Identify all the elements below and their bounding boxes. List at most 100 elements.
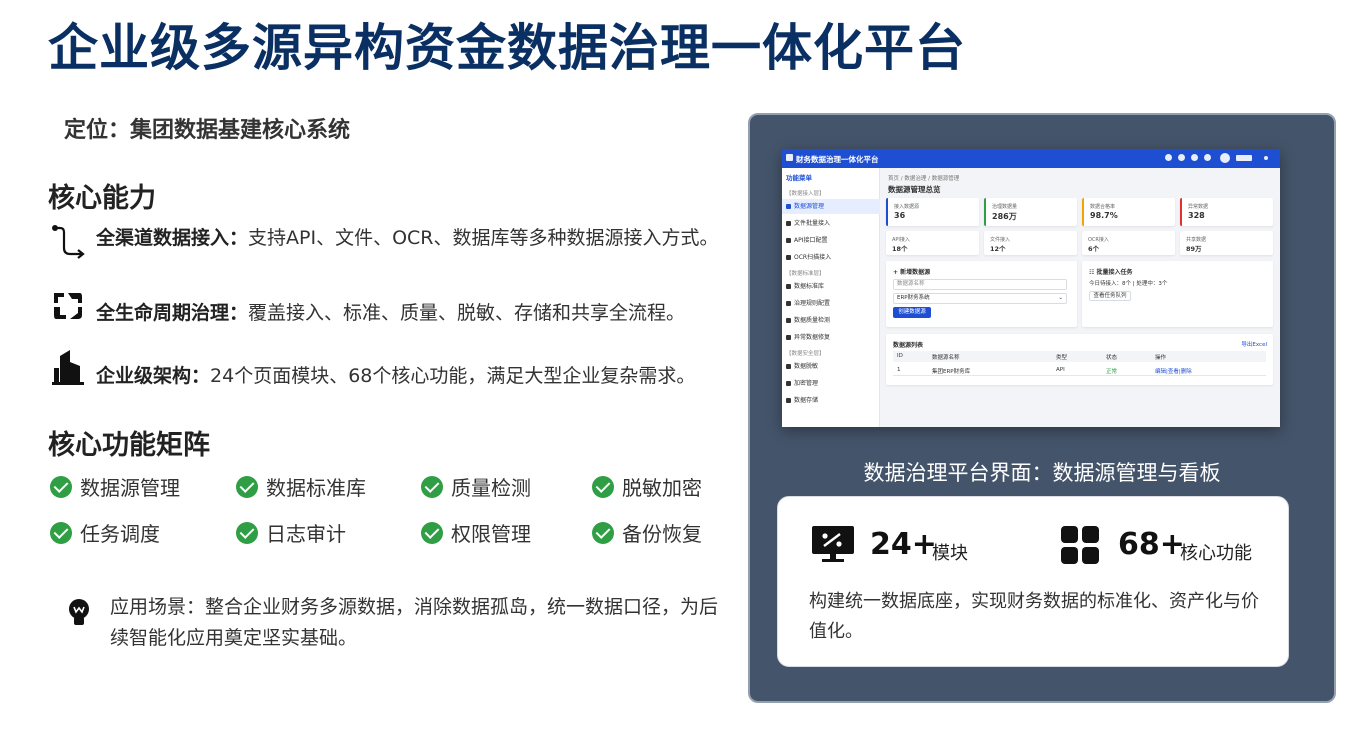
menu-group-label: 【数据安全层】 bbox=[786, 351, 825, 357]
feature-label: 备份恢复 bbox=[622, 522, 702, 546]
sidebar-item-ocr[interactable]: OCR扫描接入 bbox=[782, 250, 880, 265]
plug-icon bbox=[786, 204, 791, 209]
page-title: 企业级多源异构资金数据治理一体化平台 bbox=[48, 19, 966, 77]
sidebar: 功能菜单 【数据接入层】 数据源管理 文件批量接入 API接口配置 OCR扫描接… bbox=[782, 168, 880, 427]
metric-label: 核心功能 bbox=[1180, 543, 1252, 564]
image-icon bbox=[786, 255, 791, 260]
database-icon bbox=[786, 154, 793, 161]
sidebar-item-label: 文件批量接入 bbox=[794, 220, 831, 227]
app-top-bar: 财务数据治理一体化平台 bbox=[782, 149, 1280, 168]
check-circle-icon bbox=[786, 318, 791, 323]
source-name-input[interactable]: 数据源名称 bbox=[893, 279, 1067, 290]
sidebar-item-label: 治理规则配置 bbox=[794, 300, 831, 307]
stat-card-small: 文件接入 12个 bbox=[984, 231, 1077, 255]
capability-name: 全渠道数据接入： bbox=[96, 227, 249, 249]
check-icon bbox=[236, 521, 258, 544]
stat-card-small: 共享数据 89万 bbox=[1180, 231, 1273, 255]
route-icon bbox=[52, 225, 85, 259]
sidebar-item-api-config[interactable]: API接口配置 bbox=[782, 233, 880, 248]
main-heading: 数据源管理总览 bbox=[888, 185, 941, 194]
new-source-form: + 新增数据源 数据源名称 ERP财务系统 ⌄ 创建数据源 bbox=[886, 261, 1077, 327]
capability-name: 全生命周期治理： bbox=[96, 302, 249, 324]
row-actions[interactable]: 编辑|查看|删除 bbox=[1155, 367, 1192, 375]
stat-label: OCR接入 bbox=[1088, 237, 1109, 243]
more-icon[interactable] bbox=[1264, 156, 1268, 160]
feature-label: 数据源管理 bbox=[80, 476, 180, 500]
stat-card-small: API接入 18个 bbox=[886, 231, 979, 255]
stat-label: 文件接入 bbox=[990, 237, 1011, 243]
table-cell: 1 bbox=[897, 367, 901, 373]
column-header: 类型 bbox=[1056, 355, 1068, 361]
search-icon[interactable] bbox=[1178, 154, 1185, 161]
metrics-card: 24+ 模块 68+ 核心功能 构建统一数据底座，实现财务数据的标准化、资产化与… bbox=[777, 496, 1289, 667]
export-excel-link[interactable]: 导出Excel bbox=[1241, 340, 1267, 348]
sidebar-item-encryption[interactable]: 加密管理 bbox=[782, 376, 880, 391]
stat-value: 6个 bbox=[1088, 245, 1100, 253]
feature-label: 数据标准库 bbox=[266, 476, 366, 500]
sidebar-item-repair[interactable]: 异常数据修复 bbox=[782, 330, 880, 345]
feature-label: 权限管理 bbox=[451, 522, 531, 546]
feature-item: 权限管理 bbox=[421, 518, 531, 547]
help-icon[interactable] bbox=[1204, 154, 1211, 161]
feature-label: 质量检测 bbox=[451, 476, 531, 500]
feature-item: 数据源管理 bbox=[50, 472, 180, 501]
column-header: 数据源名称 bbox=[932, 355, 960, 361]
stat-value: 89万 bbox=[1186, 245, 1202, 253]
table-heading: 数据源列表 bbox=[893, 342, 924, 349]
avatar[interactable] bbox=[1220, 153, 1230, 163]
stat-card: 治理数据量 286万 bbox=[984, 198, 1077, 226]
lock-icon bbox=[786, 381, 791, 386]
sidebar-item-label: OCR扫描接入 bbox=[794, 254, 832, 261]
feature-item: 脱敏加密 bbox=[592, 472, 702, 501]
sidebar-item-data-sources[interactable]: 数据源管理 bbox=[782, 199, 880, 214]
code-icon bbox=[786, 238, 791, 243]
sidebar-item-standards[interactable]: 数据标准库 bbox=[782, 279, 880, 294]
sidebar-item-storage[interactable]: 数据存储 bbox=[782, 393, 880, 408]
column-header: 操作 bbox=[1155, 355, 1167, 361]
sidebar-item-label: 异常数据修复 bbox=[794, 334, 831, 341]
shield-icon bbox=[786, 364, 791, 369]
table-cell: API bbox=[1056, 367, 1065, 373]
column-header: ID bbox=[897, 353, 903, 359]
stat-card: 数据合格率 98.7% bbox=[1082, 198, 1175, 226]
user-menu[interactable] bbox=[1236, 155, 1252, 161]
breadcrumb: 首页 / 数据治理 / 数据源管理 bbox=[888, 176, 960, 182]
palette-icon[interactable] bbox=[1191, 154, 1198, 161]
book-icon bbox=[786, 284, 791, 289]
form-heading: + 新增数据源 bbox=[893, 269, 931, 276]
check-icon bbox=[592, 475, 614, 498]
app-main: 首页 / 数据治理 / 数据源管理 数据源管理总览 接入数据源 36 治理数据量 2… bbox=[880, 168, 1280, 427]
check-icon bbox=[236, 475, 258, 498]
sidebar-item-rules[interactable]: 治理规则配置 bbox=[782, 296, 880, 311]
storage-icon bbox=[786, 398, 791, 403]
sidebar-item-label: 数据源管理 bbox=[794, 203, 825, 210]
stat-label: API接入 bbox=[892, 237, 910, 243]
sidebar-item-label: 数据存储 bbox=[794, 397, 819, 404]
stat-card: 接入数据源 36 bbox=[886, 198, 979, 226]
sidebar-item-label: 数据标准库 bbox=[794, 283, 825, 290]
feature-item: 数据标准库 bbox=[236, 472, 366, 501]
feature-label: 脱敏加密 bbox=[622, 476, 702, 500]
table-cell: 集团ERP财务库 bbox=[932, 369, 971, 375]
source-type-select[interactable]: ERP财务系统 ⌄ bbox=[893, 293, 1067, 304]
sidebar-item-masking[interactable]: 数据脱敏 bbox=[782, 359, 880, 374]
batch-heading: ☷ 批量接入任务 bbox=[1089, 269, 1133, 276]
monitor-icon bbox=[812, 526, 854, 562]
capability-name: 企业级架构： bbox=[96, 365, 211, 387]
create-source-button[interactable]: 创建数据源 bbox=[893, 307, 931, 318]
batch-task-panel: ☷ 批量接入任务 今日待接入：8个 | 处理中：3个 查看任务队列 bbox=[1082, 261, 1273, 327]
feature-label: 任务调度 bbox=[80, 522, 160, 546]
stat-value: 328 bbox=[1188, 211, 1205, 220]
stat-value: 12个 bbox=[990, 245, 1006, 253]
view-queue-button[interactable]: 查看任务队列 bbox=[1089, 291, 1131, 301]
bell-icon[interactable] bbox=[1165, 154, 1172, 161]
stat-value: 18个 bbox=[892, 245, 908, 253]
stat-card: 异常数据 328 bbox=[1180, 198, 1273, 226]
menu-group-label: 【数据接入层】 bbox=[786, 191, 825, 197]
sidebar-item-quality[interactable]: 数据质量检测 bbox=[782, 313, 880, 328]
capability-desc: 支持API、文件、OCR、数据库等多种数据源接入方式。 bbox=[248, 227, 719, 249]
card-description: 构建统一数据底座，实现财务数据的标准化、资产化与价值化。 bbox=[809, 591, 1259, 642]
sidebar-item-file-import[interactable]: 文件批量接入 bbox=[782, 216, 880, 231]
app-screenshot: 财务数据治理一体化平台 功能菜单 【数据接入层】 数据源管理 文件批量接入 AP… bbox=[782, 149, 1280, 427]
metric-value: 68+ bbox=[1118, 527, 1185, 562]
